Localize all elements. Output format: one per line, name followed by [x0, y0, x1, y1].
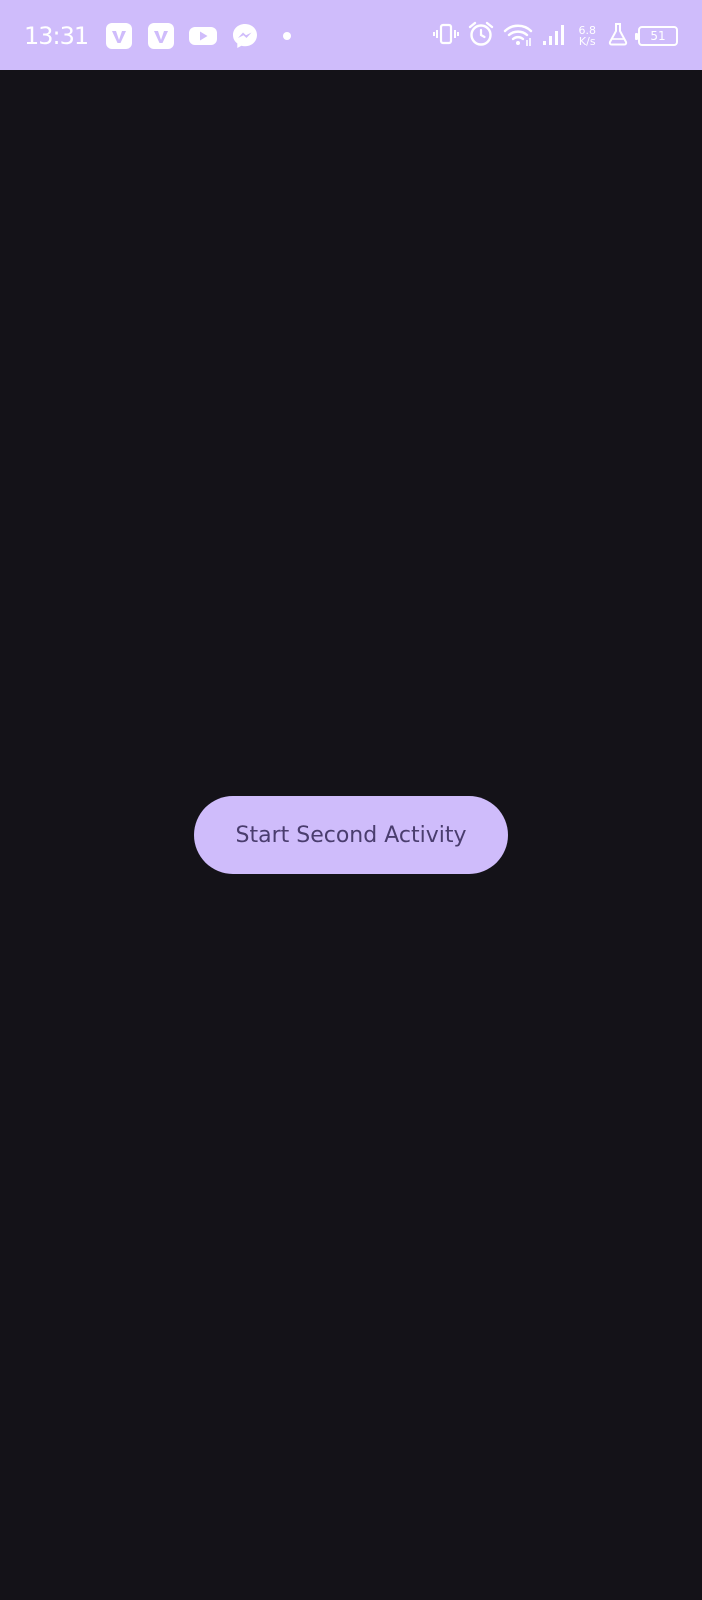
- battery-level: 51: [650, 29, 666, 43]
- network-speed-unit: K/s: [578, 35, 596, 48]
- vibrate-icon: [432, 21, 459, 51]
- signal-icon: [541, 21, 569, 51]
- flask-icon: [606, 21, 630, 51]
- notification-dot-icon: [272, 21, 302, 51]
- status-time: 13:31: [24, 22, 89, 50]
- status-bar-left: 13:31: [24, 18, 302, 54]
- status-bar: 13:31 6.8 K/s 51: [0, 0, 702, 70]
- youtube-icon: [188, 21, 218, 51]
- wifi-icon: [503, 21, 533, 51]
- vimeo-icon: [104, 21, 134, 51]
- network-speed: 6.8 K/s: [579, 25, 597, 47]
- vimeo-icon: [146, 21, 176, 51]
- battery-indicator: 51: [635, 26, 678, 46]
- messenger-icon: [230, 21, 260, 51]
- status-bar-right: 6.8 K/s 51: [432, 18, 678, 54]
- alarm-icon: [467, 20, 495, 52]
- start-second-activity-button[interactable]: Start Second Activity: [194, 796, 508, 874]
